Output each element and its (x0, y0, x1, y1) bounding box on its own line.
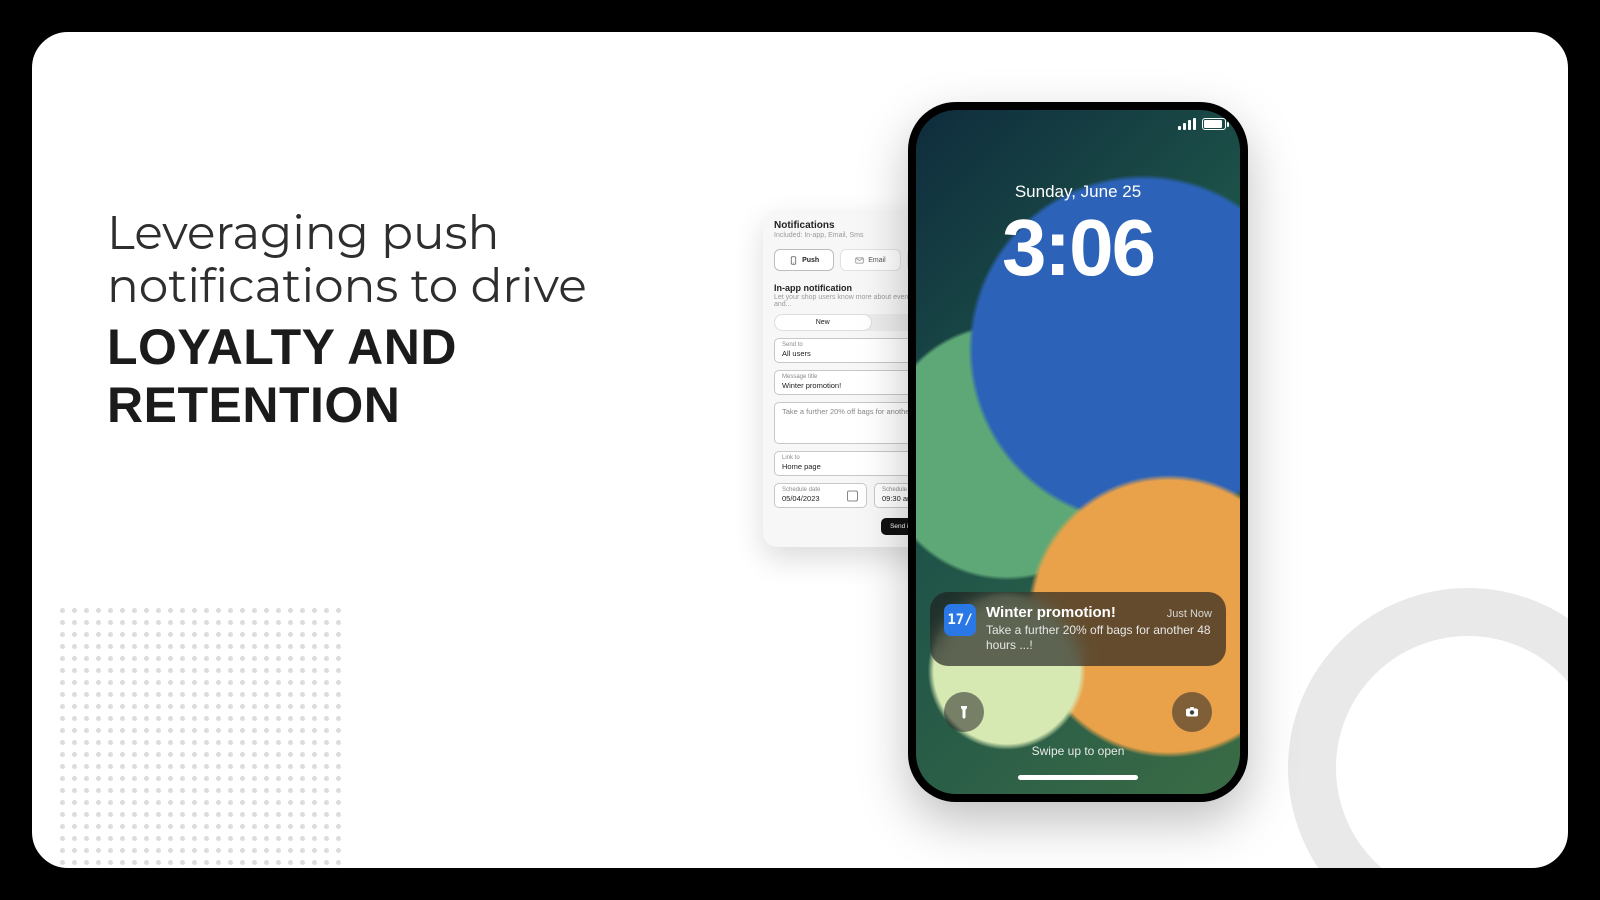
home-indicator[interactable] (1018, 775, 1138, 780)
swipe-up-label: Swipe up to open (916, 744, 1240, 758)
notification-time: Just Now (1167, 608, 1212, 620)
segment-new[interactable]: New (774, 314, 872, 331)
schedule-date-label: Schedule date (782, 487, 859, 493)
dot-grid-decor (60, 608, 360, 878)
headline-lead: Leveraging push notifications to drive (107, 207, 747, 312)
notification-app-icon: 17/ (944, 604, 976, 636)
battery-icon (1202, 118, 1226, 130)
camera-button[interactable] (1172, 692, 1212, 732)
signal-icon (1178, 118, 1196, 130)
mail-icon (855, 256, 864, 265)
push-notification[interactable]: 17/ Winter promotion! Just Now Take a fu… (930, 592, 1226, 666)
headline: Leveraging push notifications to drive L… (107, 207, 747, 434)
method-email-label: Email (868, 257, 886, 264)
phone-mockup: Sunday, June 25 3:06 17/ Winter promotio… (908, 102, 1248, 802)
schedule-date-input[interactable]: Schedule date 05/04/2023 (774, 483, 867, 508)
method-email[interactable]: Email (840, 249, 900, 271)
phone-icon (789, 256, 798, 265)
status-bar (1178, 118, 1226, 130)
lockscreen-date: Sunday, June 25 (916, 182, 1240, 202)
camera-icon (1184, 704, 1200, 720)
notification-body: Take a further 20% off bags for another … (986, 623, 1212, 654)
notification-title: Winter promotion! (986, 604, 1116, 621)
headline-bold: LOYALTY AND RETENTION (107, 318, 747, 434)
flashlight-icon (956, 704, 972, 720)
schedule-date-value: 05/04/2023 (782, 494, 859, 503)
phone-screen: Sunday, June 25 3:06 17/ Winter promotio… (916, 110, 1240, 794)
slide-frame: Leveraging push notifications to drive L… (20, 20, 1580, 880)
ring-decor (1288, 588, 1580, 880)
method-push-label: Push (802, 257, 819, 264)
method-push[interactable]: Push (774, 249, 834, 271)
lockscreen-time: 3:06 (916, 202, 1240, 294)
flashlight-button[interactable] (944, 692, 984, 732)
